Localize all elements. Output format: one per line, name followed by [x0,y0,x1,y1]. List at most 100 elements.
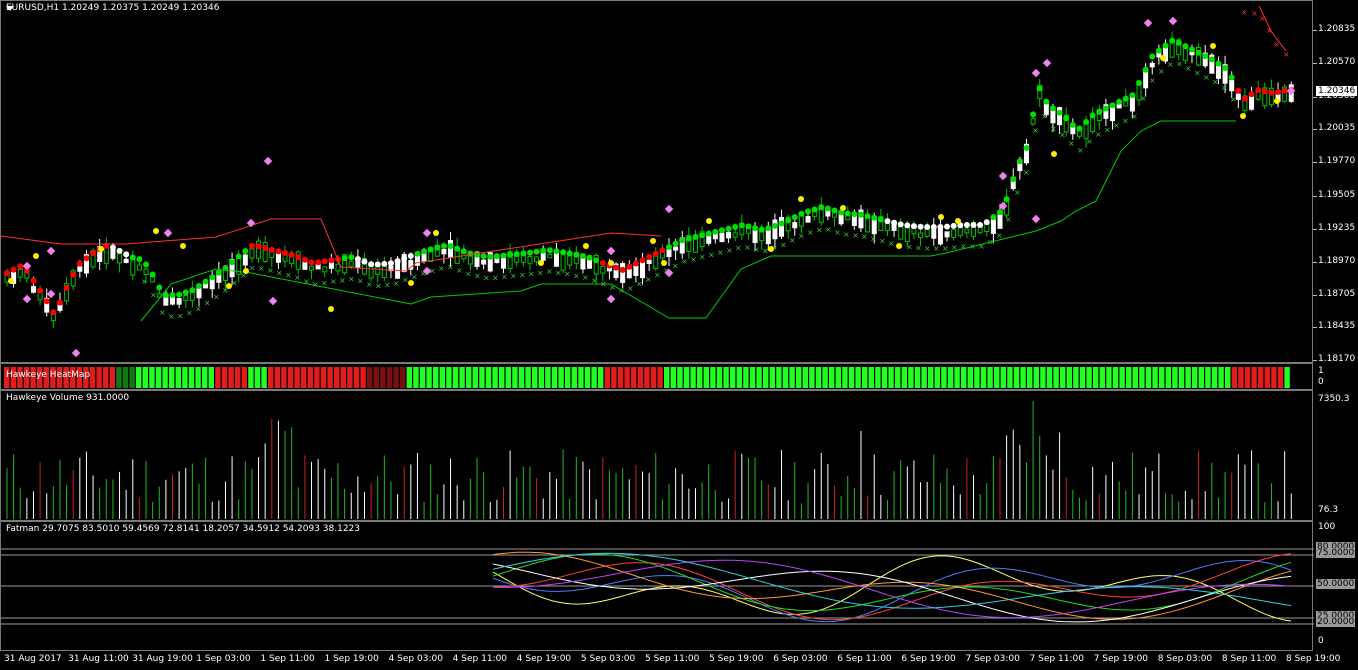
swing-marker [798,196,804,202]
heatmap-cell [466,367,472,388]
trend-dot [268,246,275,253]
trend-dot [129,254,136,261]
heatmap-cell [994,367,1000,388]
heatmap-cell [697,367,703,388]
trend-dot [778,220,785,227]
heatmap-cell [314,367,320,388]
stop-marker: × [411,272,418,281]
price-chart: ××× × × × ××××××× × × × × × × × × × × × × × × × × × × × × × × × × × × ×… [1,5,1296,358]
stop-marker: × [321,279,328,288]
trend-dot [891,219,898,226]
trend-dot [76,260,83,267]
heatmap-cell [835,367,841,388]
volume-label: Hawkeye Volume 931.0000 [6,393,130,403]
signal-marker [71,348,81,358]
stop-marker: × [933,244,940,253]
trend-dot [493,253,500,260]
trend-dot [215,269,222,276]
trend-dot [109,244,116,251]
heatmap-cell [703,367,709,388]
trend-dot [387,260,394,267]
fatman-pane[interactable]: Fatman 29.7075 83.5010 59.4569 72.8141 1… [0,521,1314,651]
trend-dot [1036,85,1043,92]
candle-body [984,223,990,233]
time-label: 1 Sep 19:00 [324,654,379,664]
trend-dot [136,256,143,263]
trend-dot [500,252,507,259]
heatmap-cell [215,367,221,388]
heatmap-cell [1225,367,1231,388]
stop-marker: × [204,298,211,307]
trend-dot [156,284,163,291]
stop-marker: × [1041,112,1048,121]
heatmap-cell [670,367,676,388]
trend-dot [209,274,216,281]
swing-marker [433,230,439,236]
swing-marker [1210,43,1216,49]
trend-dot [619,266,626,273]
stop-marker: × [1212,78,1219,87]
trend-dot [229,259,236,266]
trend-dot [791,214,798,221]
price-pane[interactable]: × × × × × × × × × × × × × × × × × × × × × × × × × × × × × × × × × × × × × × × ×… [0,0,1313,363]
price-tick-mark [1313,196,1317,197]
heatmap-cell [155,367,162,388]
trend-dot [460,248,467,255]
heatmap-cell [1013,367,1020,388]
heatmap-cell [809,367,815,388]
fatman-level-50: 50.0000 [1316,579,1356,589]
trend-dot [758,226,765,233]
heatmap-cell [690,367,696,388]
stop-marker: × [762,247,769,256]
trend-dot [30,277,37,284]
heatmap-cell [1106,367,1112,388]
heatmap-cell [492,367,498,388]
heatmap-cell [241,367,247,388]
heatmap-cell [1271,367,1277,388]
trend-dot [765,225,772,232]
stop-marker: × [465,270,472,279]
heatmap-cell [598,367,604,388]
candle-body [951,229,957,238]
signal-marker [46,246,56,256]
swing-marker [1240,113,1246,119]
stop-marker: × [294,273,301,282]
trend-dot [1102,105,1109,112]
trend-dot [189,287,196,294]
time-label: 6 Sep 11:00 [837,654,892,664]
heatmap-cell [571,367,577,388]
trend-dot [275,248,282,255]
menu-triangle-icon[interactable] [6,6,14,11]
stop-marker: × [1230,95,1237,104]
stop-marker: × [303,277,310,286]
heatmap-pane[interactable]: Hawkeye HeatMap [0,363,1313,390]
trend-dot [613,264,620,271]
heatmap-cell [914,367,921,388]
candle-body [540,252,546,261]
heatmap-cell [538,367,544,388]
trend-dot [1049,105,1056,112]
trend-dot [202,278,209,285]
trend-dot [487,253,494,260]
heatmap-cell [301,367,307,388]
heatmap-cell [347,367,353,388]
swing-marker [608,260,614,266]
trend-dot [480,253,487,260]
heatmap-cell [1258,367,1264,388]
stop-marker: × [501,273,508,282]
trend-dot [599,259,606,266]
stop-marker: × [1086,137,1093,146]
candle-body [501,258,506,269]
candle-body [534,256,540,263]
trend-dot [1016,158,1023,165]
candle-body [143,268,149,275]
time-label: 6 Sep 19:00 [901,654,956,664]
trend-dot [1063,115,1070,122]
price-tick-mark [1313,30,1317,31]
price-tick: 1.18435 [1318,321,1356,331]
heatmap-cell [485,367,492,388]
heatmap-cell [1172,367,1178,388]
candle-body [123,258,129,263]
volume-pane[interactable]: Hawkeye Volume 931.0000 [0,390,1313,521]
trend-dot [1043,98,1050,105]
